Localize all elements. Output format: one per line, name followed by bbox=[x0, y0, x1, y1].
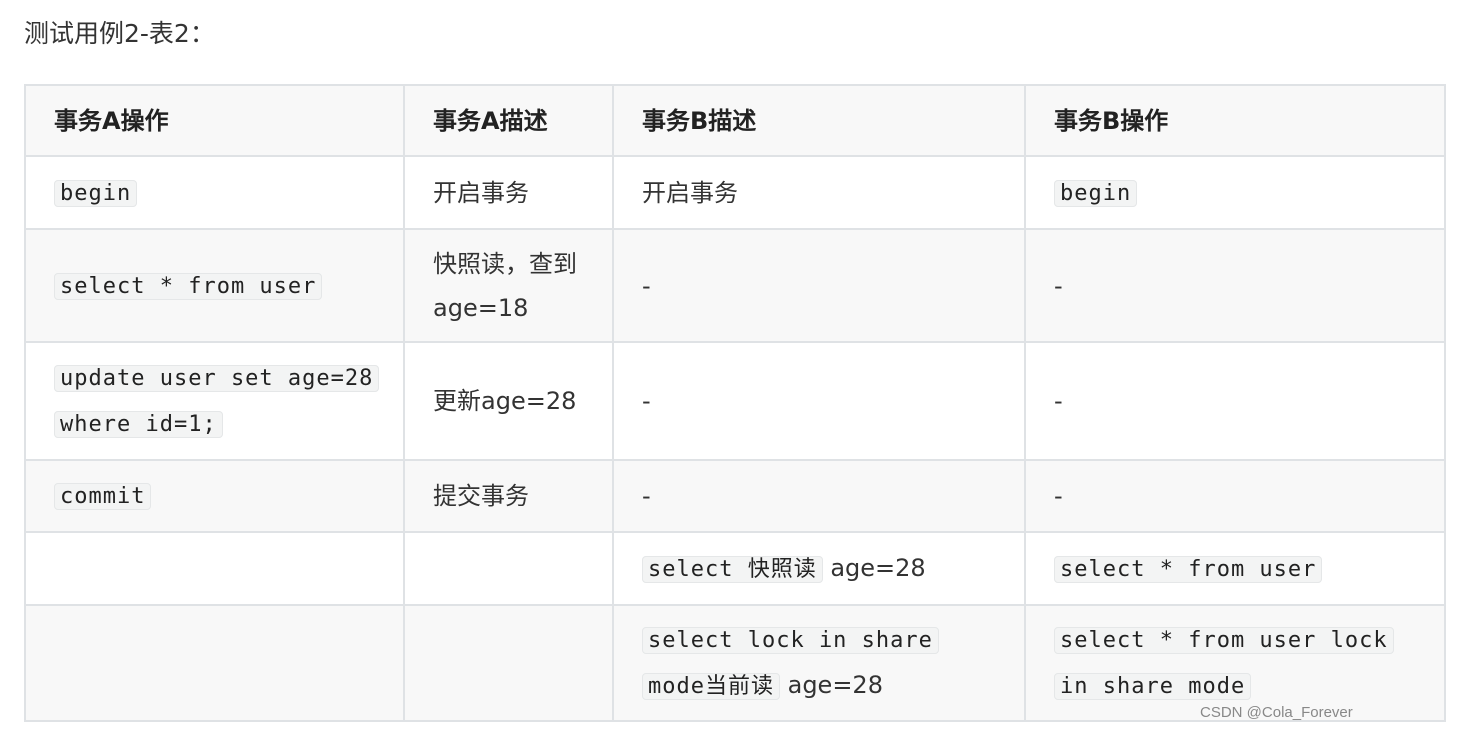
cell-text: age=28 bbox=[822, 553, 926, 582]
table-row: commit 提交事务 - - bbox=[24, 459, 1446, 533]
table-caption: 测试用例2-表2： bbox=[24, 19, 215, 48]
header-b-desc: 事务B描述 bbox=[612, 84, 1026, 157]
table-header-row: 事务A操作 事务A描述 事务B描述 事务B操作 bbox=[24, 84, 1446, 157]
table-row: select 快照读 age=28 select * from user bbox=[24, 531, 1446, 606]
cell: - bbox=[1024, 341, 1446, 461]
header-a-op: 事务A操作 bbox=[24, 84, 405, 157]
cell: 开启事务 bbox=[403, 155, 614, 230]
code-snippet: select 快照读 bbox=[642, 555, 823, 583]
cell: 开启事务 bbox=[612, 155, 1026, 230]
code-snippet: begin bbox=[1054, 179, 1138, 207]
cell: - bbox=[612, 459, 1026, 533]
cell bbox=[24, 531, 405, 606]
code-snippet: begin bbox=[54, 179, 138, 207]
cell: - bbox=[1024, 228, 1446, 343]
cell: - bbox=[1024, 459, 1446, 533]
cell: 快照读，查到age=18 bbox=[403, 228, 614, 343]
header-a-desc: 事务A描述 bbox=[403, 84, 614, 157]
table-row: begin 开启事务 开启事务 begin bbox=[24, 155, 1446, 230]
table-row: select * from user 快照读，查到age=18 - - bbox=[24, 228, 1446, 343]
cell bbox=[403, 604, 614, 722]
code-snippet: select * from user lock in share mode bbox=[1054, 627, 1394, 700]
cell: - bbox=[612, 228, 1026, 343]
code-snippet: select * from user bbox=[1054, 555, 1323, 583]
cell: 更新age=28 bbox=[403, 341, 614, 461]
watermark: CSDN @Cola_Forever bbox=[1200, 704, 1353, 721]
cell bbox=[24, 604, 405, 722]
header-b-op: 事务B操作 bbox=[1024, 84, 1446, 157]
code-snippet: commit bbox=[54, 483, 152, 510]
cell: - bbox=[612, 341, 1026, 461]
code-snippet: select * from user bbox=[54, 272, 323, 300]
cell-text: age=28 bbox=[779, 671, 883, 699]
cell: 提交事务 bbox=[403, 459, 614, 533]
transaction-table: 事务A操作 事务A描述 事务B描述 事务B操作 begin 开启事务 开启事务 … bbox=[24, 84, 1446, 722]
table-row: update user set age=28 where id=1; 更新age… bbox=[24, 341, 1446, 461]
cell bbox=[403, 531, 614, 606]
code-snippet: update user set age=28 where id=1; bbox=[54, 365, 380, 438]
